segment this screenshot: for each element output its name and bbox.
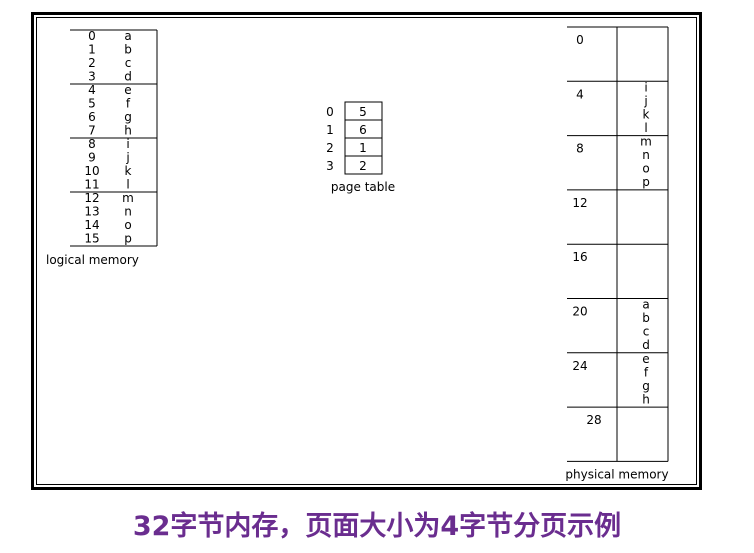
logical-address: 1 xyxy=(88,43,96,57)
physical-byte: n xyxy=(642,148,650,162)
logical-byte: d xyxy=(124,70,132,84)
physical-byte: c xyxy=(643,325,650,339)
frame-address: 28 xyxy=(586,413,601,427)
frame-address: 20 xyxy=(572,305,587,319)
logical-address: 7 xyxy=(88,124,96,138)
physical-byte: k xyxy=(643,107,650,121)
physical-byte: p xyxy=(642,175,650,189)
page-number: 0 xyxy=(326,105,334,119)
frame-address: 16 xyxy=(572,250,587,264)
logical-byte: o xyxy=(124,218,131,232)
frame-address: 8 xyxy=(576,142,584,156)
frame-address: 24 xyxy=(572,359,587,373)
logical-address: 8 xyxy=(88,137,96,151)
logical-address: 10 xyxy=(84,164,99,178)
physical-memory: 0 4 ijkl 8 mnop 12 16 20 abcd 24 efgh 28 physical me… xyxy=(565,26,669,481)
page-table: 0 5 1 6 2 1 3 2 page table xyxy=(326,101,395,194)
physical-byte: g xyxy=(642,379,650,393)
logical-byte: a xyxy=(124,29,131,43)
logical-address: 4 xyxy=(88,83,96,97)
logical-address: 11 xyxy=(84,178,99,192)
logical-address: 13 xyxy=(84,205,99,219)
physical-byte: a xyxy=(642,298,649,312)
page-number: 1 xyxy=(326,123,334,137)
logical-address: 15 xyxy=(84,232,99,246)
frame-number: 1 xyxy=(359,141,367,155)
paging-diagram: 0 a1 b2 c3 d4 e5 f6 g7 h8 i9 j10 k11 l12 m13 n14 o15 plo… xyxy=(46,26,669,481)
physical-byte: j xyxy=(643,94,647,108)
page-number: 2 xyxy=(326,141,334,155)
logical-byte: e xyxy=(124,83,131,97)
physical-byte: f xyxy=(644,365,649,379)
physical-byte: o xyxy=(642,162,649,176)
logical-byte: l xyxy=(126,178,129,192)
frame-number: 2 xyxy=(359,159,367,173)
logical-address: 5 xyxy=(88,97,96,111)
logical-byte: m xyxy=(122,191,134,205)
logical-address: 9 xyxy=(88,151,96,165)
logical-byte: i xyxy=(126,137,129,151)
physical-memory-label: physical memory xyxy=(565,467,668,481)
logical-byte: j xyxy=(125,151,129,165)
physical-byte: h xyxy=(642,392,650,406)
physical-byte: m xyxy=(640,135,652,149)
physical-byte: b xyxy=(642,311,650,325)
logical-byte: b xyxy=(124,43,132,57)
logical-byte: n xyxy=(124,205,132,219)
frame-address: 4 xyxy=(576,87,584,101)
logical-byte: p xyxy=(124,232,132,246)
physical-byte: e xyxy=(642,352,649,366)
logical-address: 2 xyxy=(88,56,96,70)
logical-address: 0 xyxy=(88,29,96,43)
frame-number: 6 xyxy=(359,123,367,137)
frame-number: 5 xyxy=(359,105,367,119)
physical-byte: l xyxy=(644,121,647,135)
logical-memory: 0 a 1 b 2 c 3 d 4 e 5 f 6 g 7 h 8 i 9 j 10 k 11 l 12 m 13 n 14 o 15 p lo… xyxy=(46,29,158,267)
logical-byte: k xyxy=(125,164,132,178)
logical-byte: c xyxy=(125,56,132,70)
logical-address: 6 xyxy=(88,110,96,124)
logical-byte: g xyxy=(124,110,132,124)
physical-byte: d xyxy=(642,338,650,352)
caption: 32字节内存，页面大小为4字节分页示例 xyxy=(132,511,622,542)
logical-address: 3 xyxy=(88,70,96,84)
logical-address: 12 xyxy=(84,191,99,205)
frame-address: 0 xyxy=(576,33,584,47)
logical-memory-label: logical memory xyxy=(46,253,139,267)
logical-address: 14 xyxy=(84,218,99,232)
physical-byte: i xyxy=(644,80,647,94)
logical-byte: h xyxy=(124,124,132,138)
page-table-label: page table xyxy=(331,180,395,194)
logical-byte: f xyxy=(126,97,131,111)
page-number: 3 xyxy=(326,159,334,173)
frame-address: 12 xyxy=(572,196,587,210)
